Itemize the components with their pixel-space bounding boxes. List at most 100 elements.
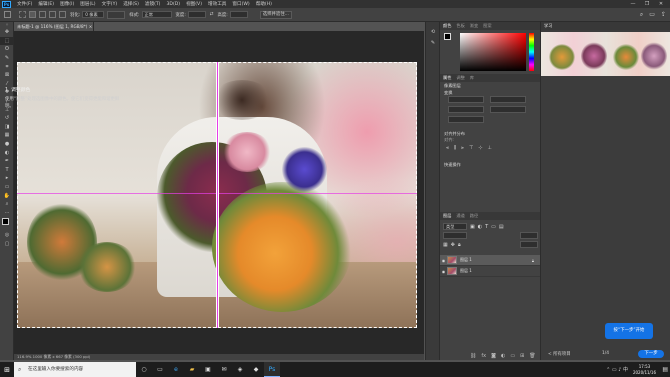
lock-position-icon[interactable]: ✥ <box>451 242 455 248</box>
tab-learn[interactable]: 学习 <box>544 23 552 29</box>
hand-tool-icon[interactable]: ✋ <box>0 191 14 200</box>
task-view-icon[interactable]: ▭ <box>152 362 168 377</box>
tab-adjustments[interactable]: 调整 <box>456 75 464 81</box>
color-picker-field[interactable] <box>460 33 526 71</box>
history-panel-icon[interactable]: ⟲ <box>426 28 440 37</box>
screen-mode-icon[interactable]: ▢ <box>0 240 14 249</box>
color-swatches[interactable] <box>0 217 14 231</box>
filter-type-icon[interactable]: T <box>485 224 488 230</box>
mail-icon[interactable]: ✉ <box>216 362 232 377</box>
photoshop-taskbar-icon[interactable]: Ps <box>264 362 280 377</box>
history-brush-tool-icon[interactable]: ↺ <box>0 114 14 123</box>
menu-image[interactable]: 图像(I) <box>60 1 74 7</box>
color-panel-swatches[interactable] <box>444 33 454 43</box>
photoshop-logo[interactable]: Ps <box>2 0 11 8</box>
hue-slider[interactable] <box>529 33 534 71</box>
tab-swatches[interactable]: 色板 <box>456 23 464 29</box>
transform-h-field[interactable] <box>490 96 526 103</box>
tab-patterns[interactable]: 图案 <box>483 23 491 29</box>
maximize-icon[interactable]: ❐ <box>640 1 654 7</box>
align-bottom-icon[interactable]: ⊥ <box>488 145 492 151</box>
next-step-button[interactable]: 下一步 <box>638 350 664 358</box>
align-right-icon[interactable]: ⫸ <box>461 145 464 151</box>
anti-alias-checkbox[interactable] <box>107 10 126 19</box>
marquee-tool-icon[interactable] <box>19 11 26 18</box>
menu-select[interactable]: 选择(S) <box>123 1 139 7</box>
layer-kind-select[interactable]: 类型 <box>443 223 467 230</box>
tab-color[interactable]: 颜色 <box>443 23 451 29</box>
app-icon-2[interactable]: ◆ <box>248 362 264 377</box>
brushes-panel-icon[interactable]: ✎ <box>426 39 440 48</box>
minimize-icon[interactable]: — <box>626 1 640 7</box>
frame-tool-icon[interactable]: ⊠ <box>0 71 14 80</box>
foreground-color-swatch[interactable] <box>2 218 9 226</box>
tab-paths[interactable]: 路径 <box>470 213 478 219</box>
menu-layer[interactable]: 图层(L) <box>80 1 95 7</box>
transform-y-field[interactable] <box>490 106 526 113</box>
subtract-selection-icon[interactable] <box>49 11 56 18</box>
taskbar-search-box[interactable]: ⌕ 在这里输入你要搜索的内容 <box>14 362 136 377</box>
blur-tool-icon[interactable]: ● <box>0 140 14 149</box>
pen-tool-icon[interactable]: ✒ <box>0 157 14 166</box>
group-icon[interactable]: ▭ <box>510 353 515 359</box>
feather-input[interactable]: 0 像素 <box>82 11 105 18</box>
cortana-icon[interactable]: ○ <box>136 362 152 377</box>
dodge-tool-icon[interactable]: ◐ <box>0 148 14 157</box>
add-mask-icon[interactable]: ◙ <box>491 353 496 359</box>
opacity-field[interactable] <box>520 232 538 239</box>
eraser-tool-icon[interactable]: ◨ <box>0 123 14 132</box>
gradient-tool-icon[interactable]: ▦ <box>0 131 14 140</box>
rect-marquee-tool-icon[interactable]: ⬚ <box>0 36 14 46</box>
align-section[interactable]: 对齐并分布 <box>440 130 540 137</box>
taskbar-clock[interactable]: 17:53 2020/11/16 <box>633 362 656 377</box>
transform-angle-field[interactable] <box>448 116 484 123</box>
tab-gradients[interactable]: 渐变 <box>470 23 478 29</box>
tab-libraries[interactable]: 库 <box>470 75 474 81</box>
vertical-guide[interactable] <box>217 62 218 328</box>
quick-actions-section[interactable]: 快速操作 <box>440 161 540 168</box>
shape-tool-icon[interactable]: ▭ <box>0 183 14 192</box>
filter-pixel-icon[interactable]: ▣ <box>470 224 475 230</box>
edge-browser-icon[interactable]: e <box>168 362 184 377</box>
menu-window[interactable]: 窗口(W) <box>232 1 249 7</box>
tray-icons[interactable]: ⌃ ▭ ♪ 中 <box>606 366 628 373</box>
transform-w-field[interactable] <box>448 96 484 103</box>
menu-plugins[interactable]: 增效工具 <box>208 1 226 7</box>
blend-mode-select[interactable] <box>443 232 467 239</box>
layer-style-icon[interactable]: fx <box>481 353 486 359</box>
height-input[interactable] <box>229 11 248 18</box>
zoom-tool-icon[interactable]: ⌕ <box>0 200 14 209</box>
home-icon[interactable] <box>4 11 11 18</box>
share-icon[interactable]: ⇪ <box>661 11 666 19</box>
tab-channels[interactable]: 通道 <box>456 213 464 219</box>
tab-properties[interactable]: 属性 <box>443 75 451 81</box>
filter-smart-icon[interactable]: ▤ <box>499 224 504 230</box>
filter-adjust-icon[interactable]: ◐ <box>478 224 482 230</box>
menu-type[interactable]: 文字(Y) <box>102 1 118 7</box>
tab-layers[interactable]: 图层 <box>443 213 451 219</box>
store-icon[interactable]: ▣ <box>200 362 216 377</box>
filter-shape-icon[interactable]: ▭ <box>491 224 496 230</box>
quick-mask-icon[interactable]: ◎ <box>0 231 14 240</box>
layer-name[interactable]: 图层 1 <box>460 257 472 263</box>
menu-help[interactable]: 帮助(H) <box>256 1 272 7</box>
align-left-icon[interactable]: ⫷ <box>446 145 449 151</box>
layer-row[interactable]: ◉ 图层 1 <box>440 266 540 277</box>
move-tool-icon[interactable]: ✥ <box>0 28 14 37</box>
add-selection-icon[interactable] <box>39 11 46 18</box>
visibility-eye-icon[interactable]: ◉ <box>440 258 447 263</box>
layer-name[interactable]: 图层 1 <box>460 268 472 274</box>
menu-edit[interactable]: 编辑(E) <box>38 1 54 7</box>
link-layers-icon[interactable]: ⛓ <box>470 353 476 359</box>
fill-field[interactable] <box>520 241 538 248</box>
workspace-icon[interactable]: ▭ <box>649 11 655 19</box>
align-top-icon[interactable]: ⊤ <box>469 145 473 151</box>
align-middle-icon[interactable]: ⊹ <box>478 145 482 151</box>
new-selection-icon[interactable] <box>29 11 36 18</box>
color-fg-swatch[interactable] <box>444 33 451 40</box>
transform-section[interactable]: 变换 <box>440 89 540 96</box>
menu-file[interactable]: 文件(F) <box>17 1 32 7</box>
quick-select-tool-icon[interactable]: ✎ <box>0 54 14 63</box>
document-tab[interactable]: 未标题-1 @ 116% (图层 1, RGB/8*) × <box>14 22 94 31</box>
select-and-mask-button[interactable]: 选择并遮住... <box>259 10 292 19</box>
